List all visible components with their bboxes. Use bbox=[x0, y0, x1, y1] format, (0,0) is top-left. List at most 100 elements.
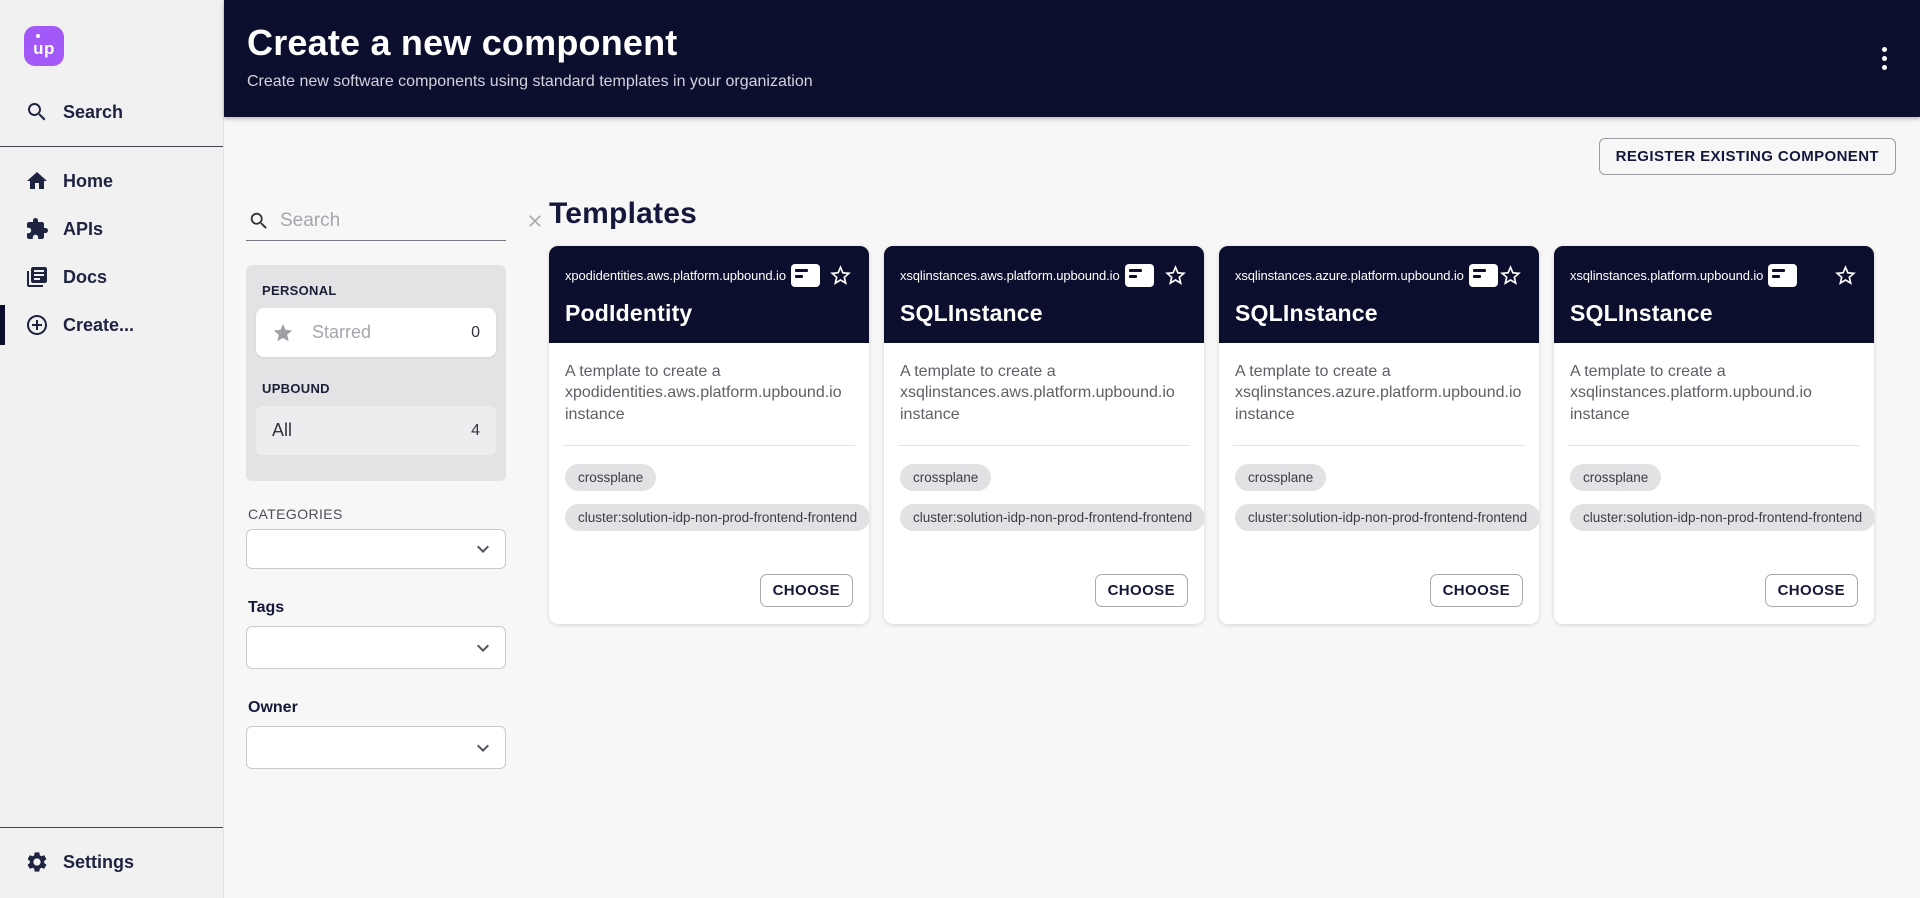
star-outline-icon bbox=[1498, 263, 1523, 288]
card-divider bbox=[898, 445, 1190, 446]
template-card: xsqlinstances.aws.platform.upbound.io SQ… bbox=[884, 246, 1204, 624]
tags-label: Tags bbox=[248, 599, 506, 617]
template-description: A template to create a xsqlinstances.azu… bbox=[1235, 361, 1523, 425]
tag-chip: cluster:solution-idp-non-prod-frontend-f… bbox=[565, 504, 869, 531]
page-subtitle: Create new software components using sta… bbox=[247, 73, 1896, 91]
chevron-down-icon bbox=[471, 537, 495, 561]
filter-group-label: PERSONAL bbox=[262, 283, 496, 298]
tag-chip: crossplane bbox=[1235, 464, 1326, 491]
clear-search-button[interactable] bbox=[525, 211, 545, 231]
gear-icon bbox=[25, 850, 49, 874]
star-outline-icon bbox=[828, 263, 853, 288]
sidebar-item-label: Home bbox=[63, 171, 113, 192]
search-icon bbox=[248, 210, 270, 232]
card-footer: CHOOSE bbox=[1219, 574, 1539, 624]
page-title: Create a new component bbox=[247, 22, 1896, 64]
register-existing-component-button[interactable]: REGISTER EXISTING COMPONENT bbox=[1599, 138, 1896, 175]
favorite-star-button[interactable] bbox=[1833, 263, 1858, 288]
choose-button[interactable]: CHOOSE bbox=[1430, 574, 1523, 607]
sidebar-item-label: Create... bbox=[63, 315, 134, 336]
filter-option-all[interactable]: All 4 bbox=[256, 406, 496, 455]
template-description: A template to create a xpodidentities.aw… bbox=[565, 361, 853, 425]
template-card-icon bbox=[1768, 264, 1797, 287]
sidebar-item-search[interactable]: Search bbox=[0, 88, 223, 136]
upbound-logo[interactable]: up bbox=[24, 26, 64, 66]
template-card: xsqlinstances.azure.platform.upbound.io … bbox=[1219, 246, 1539, 624]
tag-chip: crossplane bbox=[1570, 464, 1661, 491]
chevron-down-icon bbox=[471, 636, 495, 660]
owner-label: Owner bbox=[248, 699, 506, 717]
filter-search bbox=[246, 206, 506, 241]
owner-select[interactable] bbox=[246, 726, 506, 769]
sidebar-divider bbox=[0, 146, 223, 147]
choose-button[interactable]: CHOOSE bbox=[1765, 574, 1858, 607]
tag-chip: cluster:solution-idp-non-prod-frontend-f… bbox=[900, 504, 1204, 531]
template-title: SQLInstance bbox=[1235, 300, 1523, 327]
card-divider bbox=[1568, 445, 1860, 446]
template-description: A template to create a xsqlinstances.aws… bbox=[900, 361, 1188, 425]
more-options-button[interactable] bbox=[1870, 40, 1898, 76]
favorite-star-button[interactable] bbox=[828, 263, 853, 288]
choose-button[interactable]: CHOOSE bbox=[1095, 574, 1188, 607]
filter-group-label: UPBOUND bbox=[262, 381, 496, 396]
categories-select[interactable] bbox=[246, 529, 506, 569]
choose-button[interactable]: CHOOSE bbox=[760, 574, 853, 607]
filter-option-count: 4 bbox=[471, 422, 480, 440]
card-body: A template to create a xsqlinstances.azu… bbox=[1219, 343, 1539, 574]
card-divider bbox=[1233, 445, 1525, 446]
tags-select[interactable] bbox=[246, 626, 506, 669]
tag-chip: cluster:solution-idp-non-prod-frontend-f… bbox=[1570, 504, 1874, 531]
home-icon bbox=[25, 169, 49, 193]
sidebar-item-settings[interactable]: Settings bbox=[0, 838, 223, 886]
chevron-down-icon bbox=[471, 736, 495, 760]
template-description: A template to create a xsqlinstances.pla… bbox=[1570, 361, 1858, 425]
categories-label: CATEGORIES bbox=[248, 506, 506, 522]
filters-panel: PERSONAL Starred 0 UPBOUND All 4 bbox=[246, 206, 506, 769]
favorite-star-button[interactable] bbox=[1498, 263, 1523, 288]
tag-chip: crossplane bbox=[900, 464, 991, 491]
filter-search-input[interactable] bbox=[280, 210, 525, 232]
tag-chip: cluster:solution-idp-non-prod-frontend-f… bbox=[1235, 504, 1539, 531]
template-card: xpodidentities.aws.platform.upbound.io P… bbox=[549, 246, 869, 624]
filter-option-label: Starred bbox=[312, 322, 371, 343]
logo-dot bbox=[36, 34, 40, 38]
sidebar-item-apis[interactable]: APIs bbox=[0, 205, 223, 253]
template-title: SQLInstance bbox=[1570, 300, 1858, 327]
filter-option-starred[interactable]: Starred 0 bbox=[256, 308, 496, 357]
sidebar-item-label: Settings bbox=[63, 852, 134, 873]
add-circle-icon bbox=[25, 313, 49, 337]
star-icon bbox=[272, 322, 294, 344]
sidebar-item-label: Docs bbox=[63, 267, 107, 288]
close-icon bbox=[525, 211, 545, 231]
card-footer: CHOOSE bbox=[549, 574, 869, 624]
sidebar-item-create[interactable]: Create... bbox=[0, 301, 223, 349]
sidebar-divider bbox=[0, 827, 223, 828]
card-body: A template to create a xpodidentities.aw… bbox=[549, 343, 869, 574]
template-cards: xpodidentities.aws.platform.upbound.io P… bbox=[549, 246, 1920, 624]
filter-option-count: 0 bbox=[471, 324, 480, 342]
templates-section: Templates xpodidentities.aws.platform.up… bbox=[549, 197, 1920, 769]
layout: PERSONAL Starred 0 UPBOUND All 4 bbox=[224, 175, 1920, 769]
sidebar-bottom: Settings bbox=[0, 817, 223, 898]
favorite-star-button[interactable] bbox=[1163, 263, 1188, 288]
content: Create a new component Create new softwa… bbox=[224, 0, 1920, 898]
owner-filter-panel: PERSONAL Starred 0 UPBOUND All 4 bbox=[246, 265, 506, 481]
card-body: A template to create a xsqlinstances.pla… bbox=[1554, 343, 1874, 574]
puzzle-icon bbox=[25, 217, 49, 241]
card-divider bbox=[563, 445, 855, 446]
card-footer: CHOOSE bbox=[884, 574, 1204, 624]
search-icon bbox=[25, 100, 49, 124]
sidebar-nav: Home APIs Docs Create... bbox=[0, 157, 223, 349]
template-name: xsqlinstances.platform.upbound.io bbox=[1570, 268, 1763, 283]
kebab-icon bbox=[1882, 47, 1887, 52]
page-header: Create a new component Create new softwa… bbox=[224, 0, 1920, 117]
main-area: REGISTER EXISTING COMPONENT PERSONAL bbox=[224, 117, 1920, 898]
template-card-icon bbox=[1125, 264, 1154, 287]
template-card: xsqlinstances.platform.upbound.io SQLIns… bbox=[1554, 246, 1874, 624]
sidebar-item-docs[interactable]: Docs bbox=[0, 253, 223, 301]
template-name: xsqlinstances.azure.platform.upbound.io bbox=[1235, 268, 1464, 283]
sidebar-item-label: Search bbox=[63, 102, 123, 123]
filter-option-label: All bbox=[272, 420, 292, 441]
sidebar: up Search Home APIs Docs bbox=[0, 0, 224, 898]
sidebar-item-home[interactable]: Home bbox=[0, 157, 223, 205]
